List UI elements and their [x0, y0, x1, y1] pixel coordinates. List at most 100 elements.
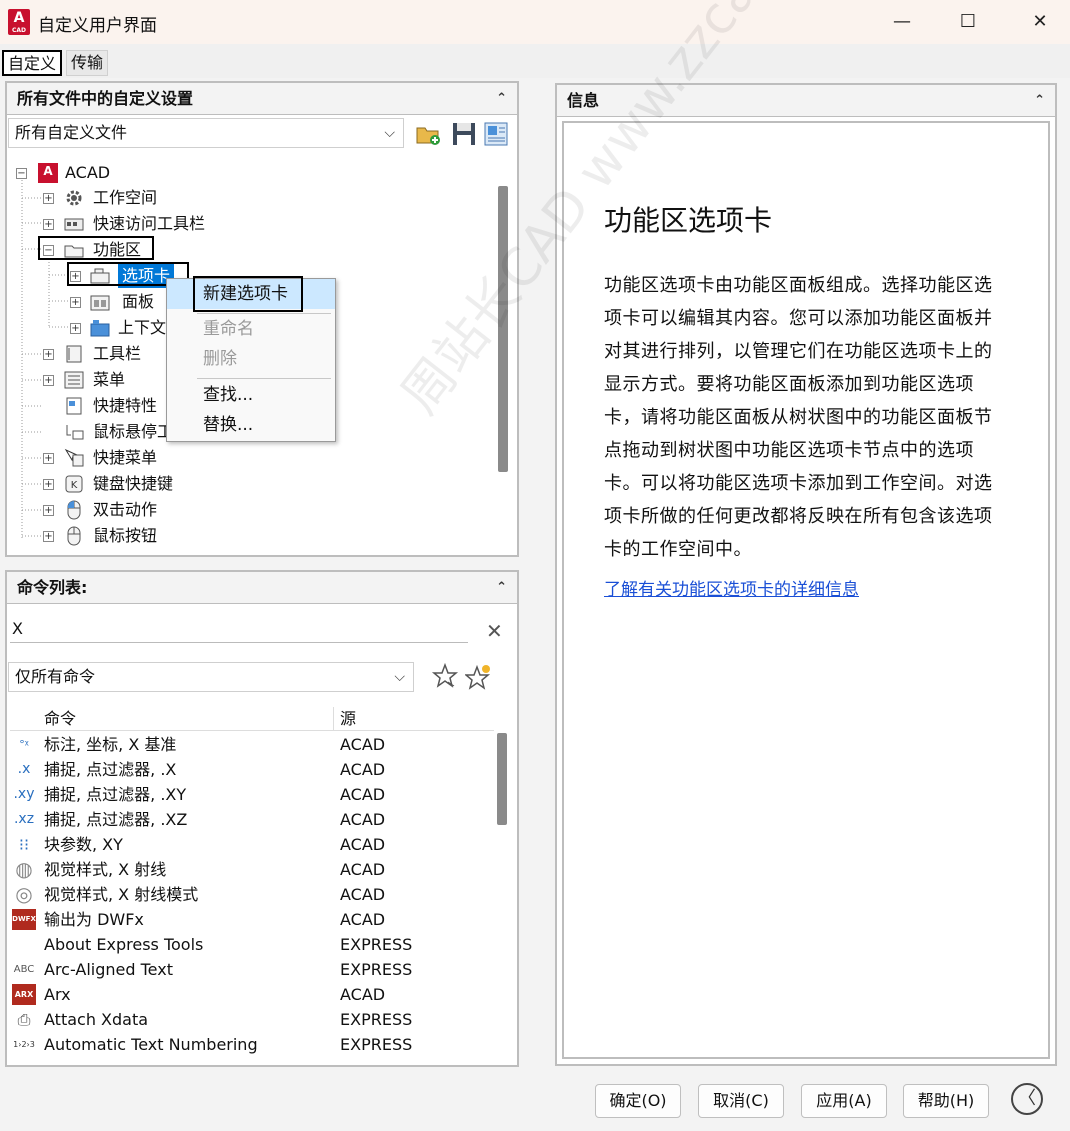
menu-item-find[interactable]: 查找... [167, 380, 335, 410]
expand-toggle[interactable]: + [70, 323, 81, 334]
expand-toggle[interactable]: + [43, 505, 54, 516]
text-numbering-icon: 1›2›3 [13, 1040, 35, 1049]
command-name: 捕捉, 点过滤器, .XZ [44, 810, 188, 829]
open-file-icon[interactable] [414, 120, 442, 148]
point-filter-xy-icon: .xy [13, 786, 35, 802]
menu-icon [64, 371, 84, 389]
table-row[interactable]: ◎ 视觉样式, X 射线模式 ACAD [10, 882, 494, 907]
customization-file-dropdown[interactable]: 所有自定义文件 ⌵ [8, 118, 404, 148]
tree-node-label: 面板 [122, 292, 155, 311]
tree-scrollbar[interactable] [498, 186, 508, 472]
command-table-scrollbar[interactable] [497, 733, 507, 825]
table-row[interactable]: .x 捕捉, 点过滤器, .X ACAD [10, 757, 494, 782]
ordinate-dimension-icon: °ᵡ [19, 738, 29, 751]
table-row[interactable]: 1›2›3 Automatic Text Numbering EXPRESS [10, 1032, 494, 1057]
info-panel-title: 信息 [567, 91, 600, 110]
column-header-source[interactable]: 源 [340, 707, 356, 731]
menu-item-delete[interactable]: 删除 [167, 344, 335, 374]
chevron-down-icon: ⌵ [384, 125, 395, 141]
close-button[interactable]: ✕ [1020, 8, 1060, 36]
info-panel-header: 信息 ⌃ [557, 85, 1055, 117]
save-icon[interactable] [450, 120, 478, 148]
dwfx-file-icon: DWFX [12, 909, 36, 930]
block-parameter-icon: ⁝⁝ [18, 835, 30, 854]
expand-toggle[interactable]: + [43, 219, 54, 230]
command-name: 输出为 DWFx [44, 910, 144, 929]
ok-button[interactable]: 确定(O) [595, 1084, 681, 1118]
collapse-icon[interactable]: ⌃ [1034, 89, 1045, 113]
command-source: ACAD [340, 785, 386, 804]
command-source: ACAD [340, 760, 386, 779]
autocad-app-icon: A CAD [8, 9, 30, 35]
tree-node-label: 双击动作 [93, 500, 158, 519]
expand-toggle[interactable]: + [43, 193, 54, 204]
table-row[interactable]: ARX Arx ACAD [10, 982, 494, 1007]
collapse-icon[interactable]: ⌃ [496, 576, 507, 600]
customizations-panel-header: 所有文件中的自定义设置 ⌃ [7, 83, 517, 115]
table-row[interactable]: ⁝⁝ 块参数, XY ACAD [10, 832, 494, 857]
clear-search-icon[interactable]: ✕ [486, 619, 503, 643]
column-divider [333, 707, 334, 731]
command-source: ACAD [340, 985, 386, 1004]
tab-strip: 自定义 传输 [0, 44, 1070, 78]
expand-toggle[interactable]: + [43, 531, 54, 542]
tab-customize[interactable]: 自定义 [2, 50, 63, 76]
expand-toggle[interactable]: + [70, 297, 81, 308]
command-source: ACAD [340, 885, 386, 904]
command-filter-dropdown[interactable]: 仅所有命令 ⌵ [8, 662, 414, 692]
menu-item-replace[interactable]: 替换... [167, 410, 335, 440]
command-source: EXPRESS [340, 1010, 413, 1029]
minimize-button[interactable]: — [882, 8, 922, 36]
rollover-tooltip-icon [66, 425, 84, 440]
menu-item-rename[interactable]: 重命名 [167, 314, 335, 344]
new-tab-highlight-box [193, 276, 303, 312]
properties-window-icon[interactable] [482, 120, 510, 148]
xray-visual-style-icon: ◍ [15, 857, 33, 881]
apply-button[interactable]: 应用(A) [801, 1084, 887, 1118]
new-star-icon[interactable] [463, 662, 493, 690]
maximize-button[interactable]: ☐ [948, 8, 988, 36]
command-list-title: 命令列表: [17, 578, 88, 597]
ribbon-panel-icon [90, 295, 110, 311]
collapse-panel-button[interactable]: 〈 [1011, 1083, 1043, 1115]
window-title: 自定义用户界面 [38, 16, 157, 36]
command-table-header: 命令 源 [10, 707, 494, 731]
table-row[interactable]: DWFX 输出为 DWFx ACAD [10, 907, 494, 932]
table-row[interactable]: ABC Arc-Aligned Text EXPRESS [10, 957, 494, 982]
command-source: ACAD [340, 835, 386, 854]
tab-transfer[interactable]: 传输 [66, 50, 109, 76]
toolbar-icon [66, 345, 82, 363]
command-name: About Express Tools [44, 935, 204, 954]
tree-node-label: 快捷特性 [93, 396, 158, 415]
cancel-button[interactable]: 取消(C) [698, 1084, 784, 1118]
command-name: Arx [44, 985, 71, 1004]
command-source: ACAD [340, 735, 386, 754]
learn-more-link[interactable]: 了解有关功能区选项卡的详细信息 [604, 575, 859, 600]
command-name: 视觉样式, X 射线 [44, 860, 167, 879]
column-header-command[interactable]: 命令 [44, 707, 76, 731]
help-button[interactable]: 帮助(H) [903, 1084, 989, 1118]
gear-icon [66, 190, 82, 206]
table-row[interactable]: .xy 捕捉, 点过滤器, .XY ACAD [10, 782, 494, 807]
table-row[interactable]: .xz 捕捉, 点过滤器, .XZ ACAD [10, 807, 494, 832]
table-row[interactable]: About Express Tools EXPRESS [10, 932, 494, 957]
command-source: ACAD [340, 910, 386, 929]
command-search-input[interactable]: X [10, 615, 468, 643]
attach-xdata-icon: ⎙ [17, 1010, 31, 1029]
collapse-icon[interactable]: ⌃ [496, 87, 507, 111]
expand-toggle[interactable]: + [43, 375, 54, 386]
collapse-toggle[interactable]: − [16, 168, 27, 179]
svg-text:K: K [71, 480, 78, 491]
command-source: ACAD [340, 810, 386, 829]
expand-toggle[interactable]: + [43, 453, 54, 464]
expand-toggle[interactable]: + [43, 479, 54, 490]
table-row[interactable]: ⎙ Attach Xdata EXPRESS [10, 1007, 494, 1032]
star-filter-icon[interactable] [431, 662, 459, 690]
expand-toggle[interactable]: + [43, 349, 54, 360]
table-row[interactable]: ◍ 视觉样式, X 射线 ACAD [10, 857, 494, 882]
command-filter-value: 仅所有命令 [15, 667, 96, 686]
tree-node-label: 工作空间 [93, 188, 158, 207]
table-row[interactable]: °ᵡ 标注, 坐标, X 基准 ACAD [10, 732, 494, 757]
tree-node-label: 快捷菜单 [93, 448, 158, 467]
info-heading: 功能区选项卡 [604, 204, 773, 237]
